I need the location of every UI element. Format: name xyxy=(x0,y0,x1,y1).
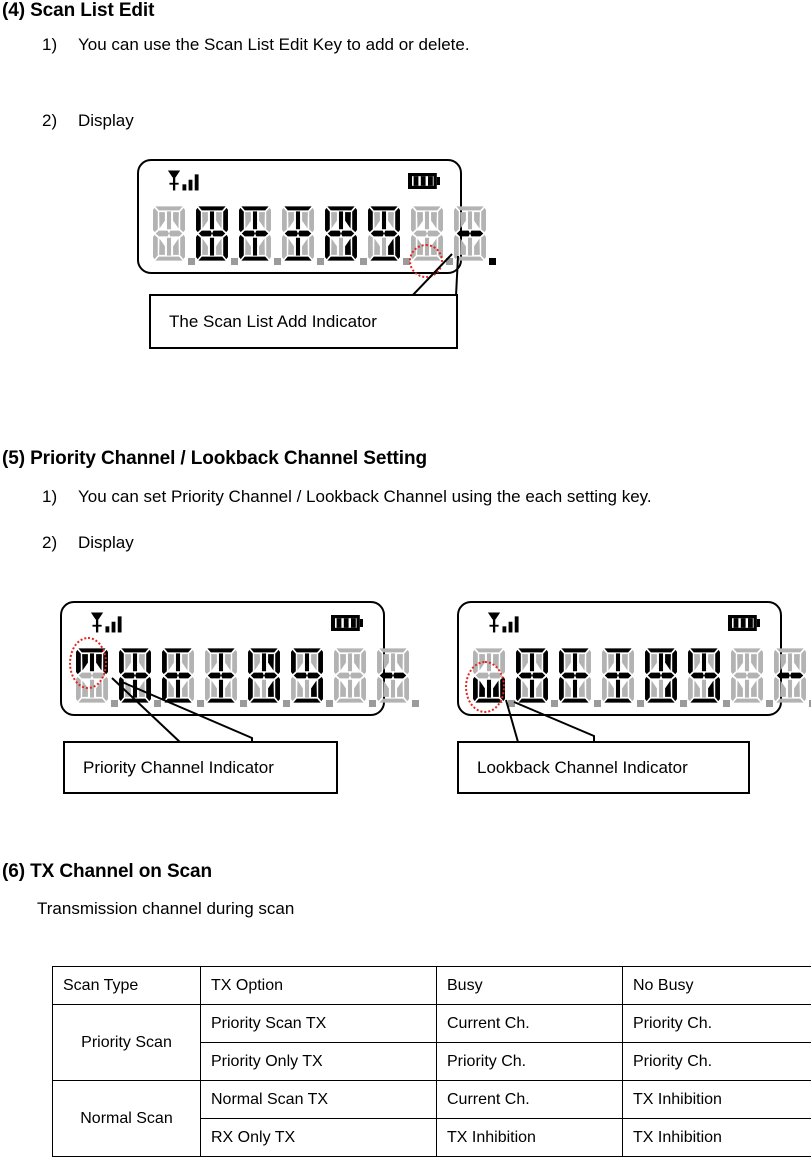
section-5-item-2-number: 2) xyxy=(42,533,58,552)
section-5-item-1-number: 1) xyxy=(42,487,58,506)
table-tx-option-cell: RX Only TX xyxy=(200,1118,437,1157)
table-row: Priority Scan Priority Scan TX Current Ch.… xyxy=(52,1004,811,1081)
battery-icon xyxy=(331,614,363,631)
table-scan-type-cell: Priority Scan xyxy=(52,1004,201,1081)
section-6-title: (6) TX Channel on Scan xyxy=(2,861,212,882)
table-busy-cell: Current Ch. xyxy=(436,1004,623,1043)
table-no-busy-cell: TX Inhibition xyxy=(622,1080,811,1119)
table-no-busy-cell: Priority Ch. xyxy=(622,1004,811,1043)
battery-icon xyxy=(408,172,440,189)
priority-callout-label: Priority Channel Indicator xyxy=(83,757,274,777)
priority-callout: Priority Channel Indicator xyxy=(63,741,338,794)
section-4-item-2-number: 2) xyxy=(42,111,58,130)
section-5-item-1-text: You can set Priority Channel / Lookback … xyxy=(78,487,652,506)
section-5-item-1: 1) You can set Priority Channel / Lookbac… xyxy=(42,487,652,507)
section-4-item-1-text: You can use the Scan List Edit Key to ad… xyxy=(78,35,470,54)
table-header-cell: Busy xyxy=(436,966,623,1005)
table-tx-option-cell: Priority Only TX xyxy=(200,1042,437,1081)
lookback-callout: Lookback Channel Indicator xyxy=(457,741,750,794)
table-no-busy-cell: TX Inhibition xyxy=(622,1118,811,1157)
section-5-item-2-text: Display xyxy=(78,533,134,552)
document-page: (4) Scan List Edit 1) You can use the Sca… xyxy=(0,0,811,1162)
signal-bars-icon xyxy=(487,611,521,633)
lcd-dot-indicator xyxy=(489,258,496,265)
table-busy-cell: TX Inhibition xyxy=(436,1118,623,1157)
table-scan-type-cell: Normal Scan xyxy=(52,1080,201,1157)
table-header-row: Scan Type TX Option Busy No Busy xyxy=(52,966,811,1005)
table-busy-cell: Priority Ch. xyxy=(436,1042,623,1081)
section-4-item-2: 2) Display xyxy=(42,111,134,131)
scan-list-callout: The Scan List Add Indicator xyxy=(149,294,458,349)
signal-bars-icon xyxy=(167,169,201,191)
section-4-item-1-number: 1) xyxy=(42,35,58,54)
lookback-callout-label: Lookback Channel Indicator xyxy=(477,757,688,777)
lcd-dot-indicator xyxy=(412,700,419,707)
table-header-cell: No Busy xyxy=(622,966,811,1005)
table-header-cell: TX Option xyxy=(200,966,437,1005)
table-header-cell: Scan Type xyxy=(52,966,201,1005)
signal-bars-icon xyxy=(90,611,124,633)
tx-channel-table: Scan Type TX Option Busy No Busy Priority Sc… xyxy=(52,966,811,1157)
table-busy-cell: Current Ch. xyxy=(436,1080,623,1119)
section-6-subtitle: Transmission channel during scan xyxy=(37,899,295,918)
lcd-character-cell xyxy=(376,647,419,709)
battery-icon xyxy=(728,614,760,631)
lcd-dot-indicator xyxy=(369,700,376,707)
section-4-item-2-text: Display xyxy=(78,111,134,130)
lcd-character-cell xyxy=(773,647,811,709)
section-5-title: (5) Priority Channel / Lookback Channel … xyxy=(2,448,427,469)
section-5-item-2: 2) Display xyxy=(42,533,134,553)
section-4-item-1: 1) You can use the Scan List Edit Key to … xyxy=(42,35,470,55)
section-4-title: (4) Scan List Edit xyxy=(2,0,155,21)
table-row: Normal Scan Normal Scan TX Current Ch. TX I… xyxy=(52,1080,811,1157)
priority-leader-line xyxy=(111,677,253,745)
table-tx-option-cell: Normal Scan TX xyxy=(200,1080,437,1119)
table-tx-option-cell: Priority Scan TX xyxy=(200,1004,437,1043)
scan-list-callout-label: The Scan List Add Indicator xyxy=(169,311,377,331)
table-no-busy-cell: Priority Ch. xyxy=(622,1042,811,1081)
